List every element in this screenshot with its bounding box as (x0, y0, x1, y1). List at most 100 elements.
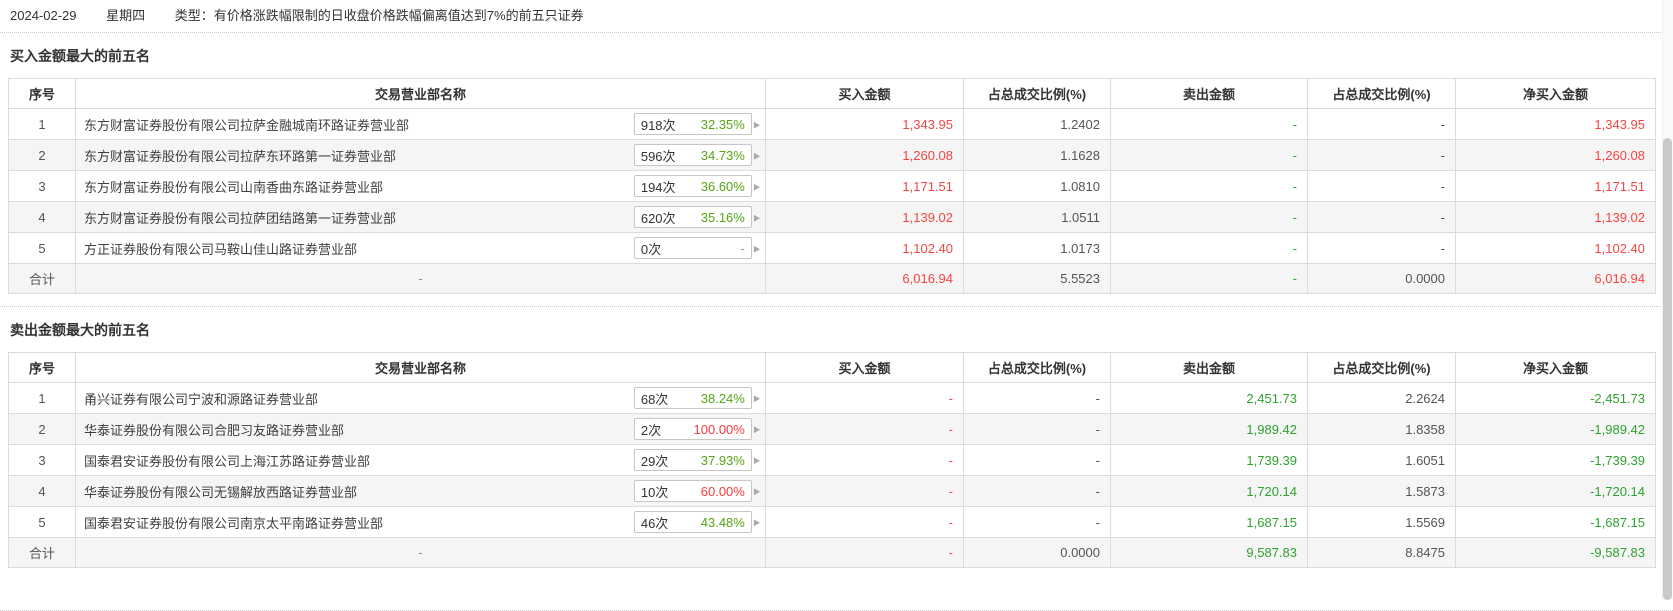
branch-name: 东方财富证券股份有限公司山南香曲东路证券营业部 (84, 179, 384, 195)
net-buy-amount-cell: 1,102.40 (1455, 232, 1656, 264)
expand-arrow-icon[interactable]: ▶ (754, 243, 760, 253)
badge-wrap: 918次 32.35% ▶ (633, 113, 760, 135)
branch-name-cell: 华泰证券股份有限公司无锡解放西路证券营业部 10次 60.00% ▶ (75, 475, 766, 507)
appearance-count: 0次 (640, 241, 662, 257)
appearance-count-badge[interactable]: 68次 38.24% (633, 387, 752, 409)
appearance-count-badge[interactable]: 0次 - (633, 237, 752, 259)
expand-arrow-icon[interactable]: ▶ (754, 455, 760, 465)
sell-section-title: 卖出金额最大的前五名 (10, 322, 150, 338)
sell-amount-cell: 1,989.42 (1110, 413, 1308, 445)
branch-name-cell: 国泰君安证券股份有限公司南京太平南路证券营业部 46次 43.48% ▶ (75, 506, 766, 538)
branch-name-cell: 甬兴证券有限公司宁波和源路证券营业部 68次 38.24% ▶ (75, 382, 766, 414)
win-rate-percent: 37.93% (700, 452, 745, 468)
branch-name: 东方财富证券股份有限公司拉萨东环路第一证券营业部 (84, 148, 397, 164)
buy-amount-cell: - (765, 413, 964, 445)
buy-ratio-cell: 1.1628 (963, 139, 1111, 171)
win-rate-percent: 38.24% (700, 390, 745, 406)
buy-table-header-row: 序号 交易营业部名称 买入金额 占总成交比例(%) 卖出金额 占总成交比例(%)… (8, 78, 1656, 109)
scrollbar-thumb[interactable] (1663, 138, 1672, 600)
win-rate-percent: 60.00% (700, 483, 745, 499)
net-buy-amount-cell: 1,171.51 (1455, 170, 1656, 202)
row-index-cell: 2 (8, 413, 76, 445)
branch-name-inner: 国泰君安证券股份有限公司南京太平南路证券营业部 46次 43.48% ▶ (77, 508, 765, 537)
win-rate-percent: 36.60% (700, 178, 745, 194)
col-header-sell-amount: 卖出金额 (1110, 78, 1308, 109)
appearance-count: 194次 (640, 179, 676, 195)
branch-row: 4 华泰证券股份有限公司无锡解放西路证券营业部 10次 60.00% ▶ - -1,720.… (8, 475, 1656, 507)
net-buy-amount-cell: -2,451.73 (1455, 382, 1656, 414)
sell-section: 卖出金额最大的前五名 序号 交易营业部名称 买入金额 占总成交比例(%) 卖出金… (0, 320, 1673, 568)
appearance-count-badge[interactable]: 620次 35.16% (633, 206, 752, 228)
expand-arrow-icon[interactable]: ▶ (754, 393, 760, 403)
win-rate-percent: 34.73% (700, 147, 745, 163)
appearance-count: 10次 (640, 484, 669, 500)
appearance-count: 68次 (640, 391, 669, 407)
buy-ratio-cell: 5.5523 (963, 263, 1111, 294)
vertical-scrollbar[interactable] (1662, 0, 1673, 600)
appearance-count-badge[interactable]: 29次 37.93% (633, 449, 752, 471)
appearance-count-badge[interactable]: 918次 32.35% (633, 113, 752, 135)
branch-name-cell: 东方财富证券股份有限公司拉萨金融城南环路证券营业部 918次 32.35% ▶ (75, 108, 766, 140)
buy-ratio-cell: 0.0000 (963, 537, 1111, 568)
branch-name-inner: 甬兴证券有限公司宁波和源路证券营业部 68次 38.24% ▶ (77, 384, 765, 413)
appearance-count-badge[interactable]: 46次 43.48% (633, 511, 752, 533)
branch-name: 国泰君安证券股份有限公司上海江苏路证券营业部 (84, 453, 371, 469)
net-buy-amount-cell: 1,260.08 (1455, 139, 1656, 171)
branch-row: 3 东方财富证券股份有限公司山南香曲东路证券营业部 194次 36.60% ▶ 1,171… (8, 170, 1656, 202)
sell-ratio-cell: 0.0000 (1307, 263, 1456, 294)
branch-name-cell: 东方财富证券股份有限公司拉萨东环路第一证券营业部 596次 34.73% ▶ (75, 139, 766, 171)
expand-arrow-icon[interactable]: ▶ (754, 517, 760, 527)
buy-amount-cell: - (765, 506, 964, 538)
expand-arrow-icon[interactable]: ▶ (754, 486, 760, 496)
win-rate-percent: 100.00% (693, 421, 745, 437)
buy-ratio-cell: - (963, 475, 1111, 507)
appearance-count-badge[interactable]: 2次 100.00% (633, 418, 752, 440)
type-label: 类型： (174, 8, 214, 23)
section-separator (0, 306, 1673, 307)
buy-ratio-cell: 1.0173 (963, 232, 1111, 264)
win-rate-percent: 32.35% (700, 116, 745, 132)
branch-name-inner: 东方财富证券股份有限公司拉萨东环路第一证券营业部 596次 34.73% ▶ (77, 141, 765, 170)
appearance-count-badge[interactable]: 10次 60.00% (633, 480, 752, 502)
appearance-count-badge[interactable]: 596次 34.73% (633, 144, 752, 166)
col-header-sell-ratio: 占总成交比例(%) (1307, 78, 1456, 109)
expand-arrow-icon[interactable]: ▶ (754, 424, 760, 434)
col-header-index: 序号 (8, 352, 76, 383)
badge-wrap: 10次 60.00% ▶ (633, 480, 760, 502)
branch-row: 4 东方财富证券股份有限公司拉萨团结路第一证券营业部 620次 35.16% ▶ 1,13… (8, 201, 1656, 233)
buy-amount-cell: 1,139.02 (765, 201, 964, 233)
col-header-index: 序号 (8, 78, 76, 109)
buy-section-title: 买入金额最大的前五名 (10, 48, 150, 64)
sell-ratio-cell: - (1307, 201, 1456, 233)
sell-ratio-cell: - (1307, 108, 1456, 140)
win-rate-percent: 35.16% (700, 209, 745, 225)
branch-name: 国泰君安证券股份有限公司南京太平南路证券营业部 (84, 515, 384, 531)
buy-amount-cell: 6,016.94 (765, 263, 964, 294)
badge-wrap: 596次 34.73% ▶ (633, 144, 760, 166)
total-label-cell: 合计 (8, 263, 76, 294)
sell-amount-cell: - (1110, 201, 1308, 233)
net-buy-amount-cell: 1,139.02 (1455, 201, 1656, 233)
sell-table-header-row: 序号 交易营业部名称 买入金额 占总成交比例(%) 卖出金额 占总成交比例(%)… (8, 352, 1656, 383)
badge-wrap: 194次 36.60% ▶ (633, 175, 760, 197)
win-rate-percent: - (740, 240, 745, 256)
appearance-count-badge[interactable]: 194次 36.60% (633, 175, 752, 197)
row-index-cell: 1 (8, 382, 76, 414)
row-index-cell: 3 (8, 444, 76, 476)
branch-name: 甬兴证券有限公司宁波和源路证券营业部 (84, 391, 319, 407)
branch-name-inner: 东方财富证券股份有限公司山南香曲东路证券营业部 194次 36.60% ▶ (77, 172, 765, 201)
col-header-buy-amount: 买入金额 (765, 78, 964, 109)
sell-ratio-cell: 8.8475 (1307, 537, 1456, 568)
appearance-count: 918次 (640, 117, 676, 133)
branch-name-inner: 方正证券股份有限公司马鞍山佳山路证券营业部 0次 - ▶ (77, 234, 765, 263)
branch-name-cell: 东方财富证券股份有限公司山南香曲东路证券营业部 194次 36.60% ▶ (75, 170, 766, 202)
buy-amount-cell: - (765, 444, 964, 476)
expand-arrow-icon[interactable]: ▶ (754, 181, 760, 191)
expand-arrow-icon[interactable]: ▶ (754, 119, 760, 129)
expand-arrow-icon[interactable]: ▶ (754, 212, 760, 222)
buy-ratio-cell: 1.0511 (963, 201, 1111, 233)
branch-row: 2 华泰证券股份有限公司合肥习友路证券营业部 2次 100.00% ▶ - -1,989.4… (8, 413, 1656, 445)
expand-arrow-icon[interactable]: ▶ (754, 150, 760, 160)
sell-ratio-cell: - (1307, 232, 1456, 264)
branch-name: 华泰证券股份有限公司合肥习友路证券营业部 (84, 422, 345, 438)
